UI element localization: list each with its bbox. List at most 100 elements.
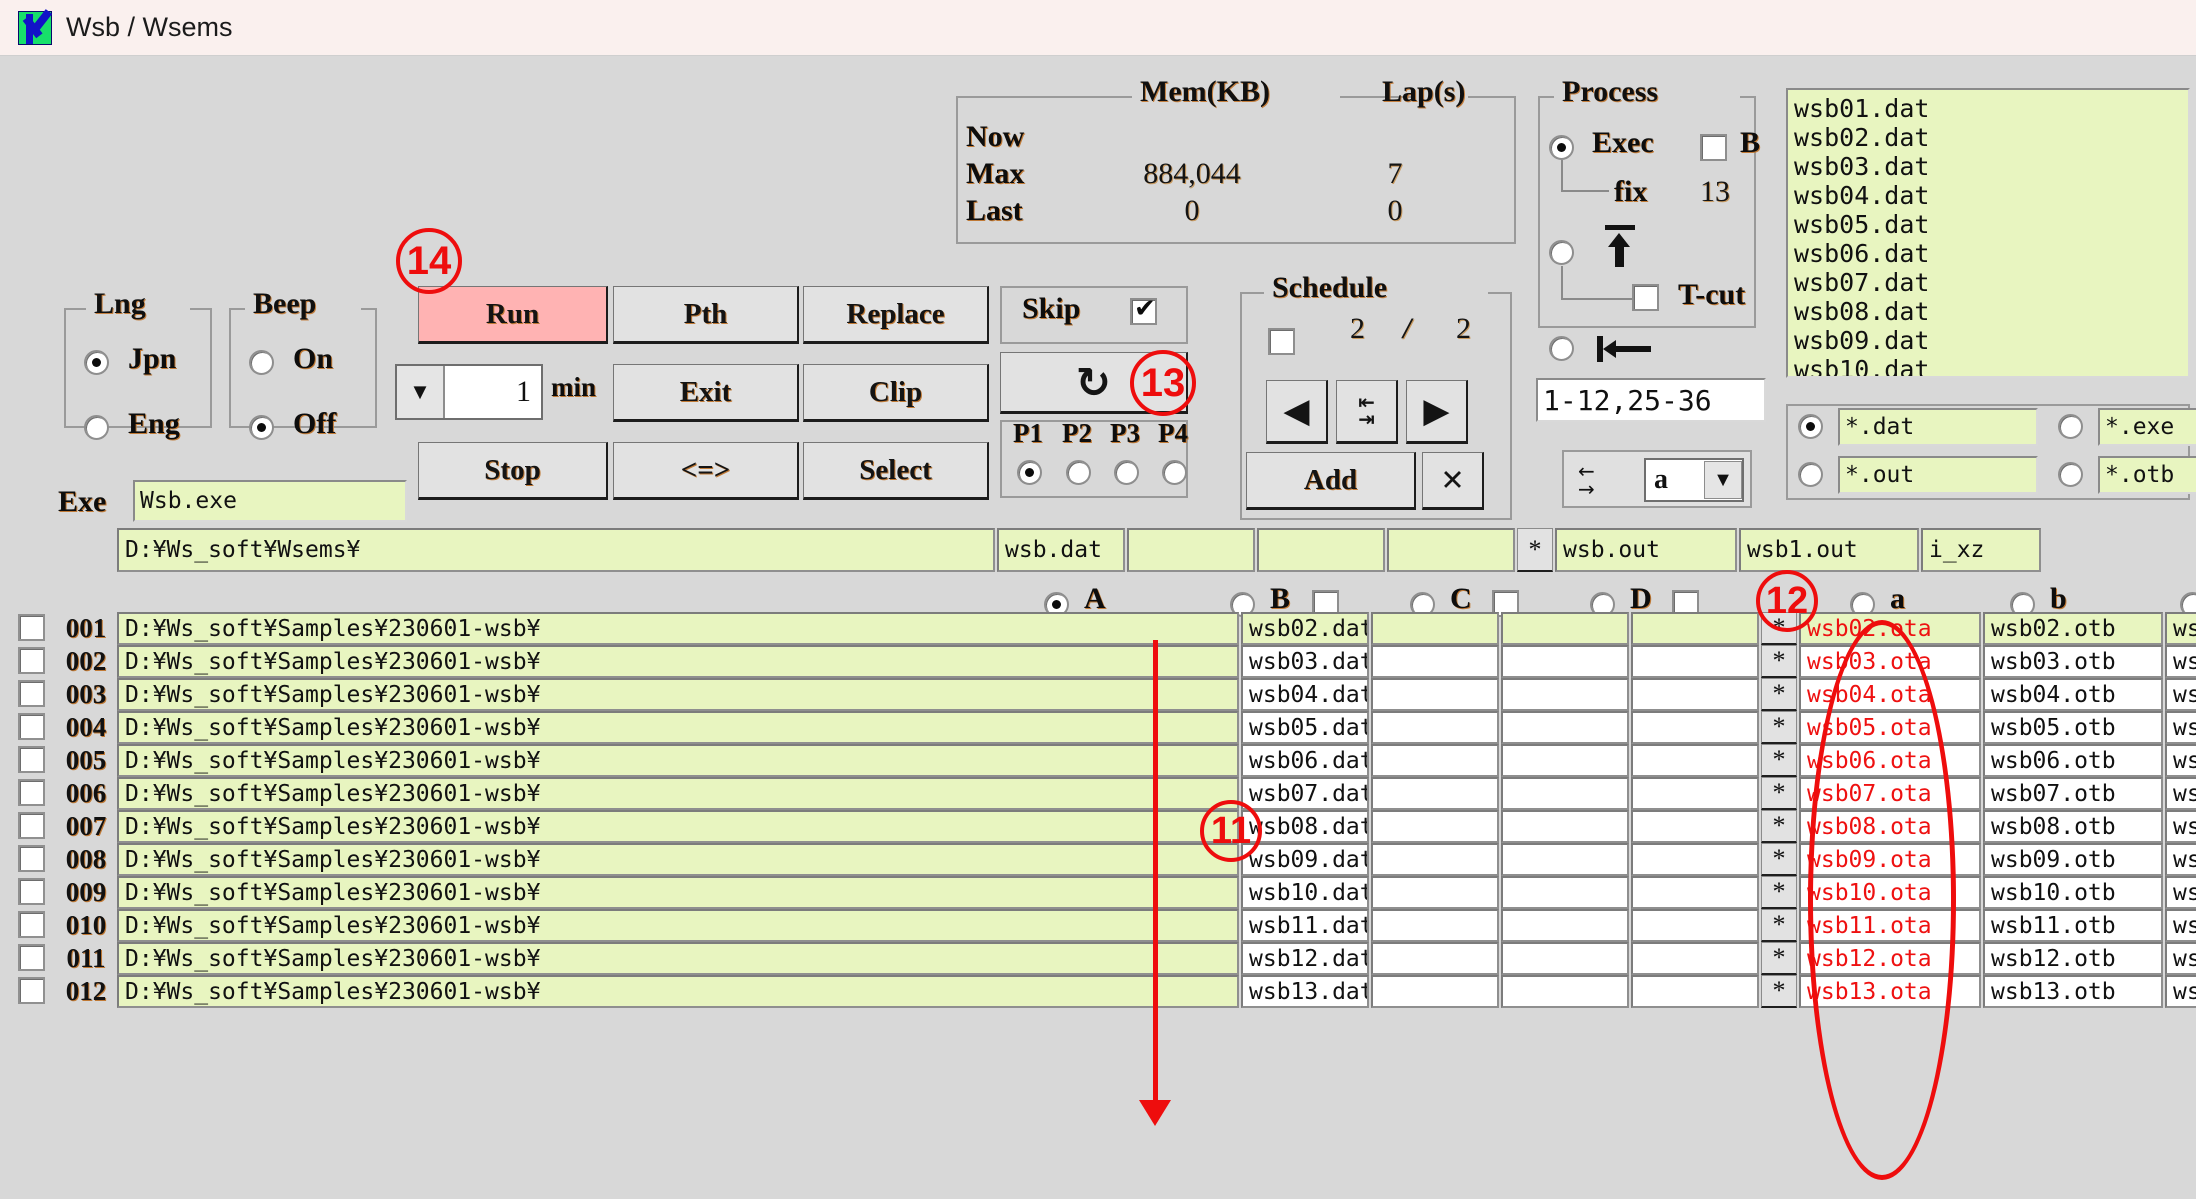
row-c-cell[interactable] xyxy=(1501,612,1629,645)
row-last-cell[interactable]: wsb xyxy=(2165,975,2196,1008)
schedule-delete-button[interactable]: ✕ xyxy=(1422,452,1484,510)
row-otb-cell[interactable]: wsb12.otb xyxy=(1983,942,2163,975)
row-path-cell[interactable]: D:¥Ws_soft¥Samples¥230601-wsb¥ xyxy=(117,843,1239,876)
row-star-button[interactable]: * xyxy=(1761,975,1797,1008)
swap-button[interactable]: <=> xyxy=(613,442,799,500)
lng-jpn-radio[interactable] xyxy=(84,350,109,375)
row-otb-cell[interactable]: wsb08.otb xyxy=(1983,810,2163,843)
row-d-cell[interactable] xyxy=(1631,744,1759,777)
row-path-cell[interactable]: D:¥Ws_soft¥Samples¥230601-wsb¥ xyxy=(117,777,1239,810)
row-checkbox[interactable] xyxy=(18,812,45,839)
row-star-button[interactable]: * xyxy=(1761,744,1797,777)
list-item[interactable]: wsb02.dat xyxy=(1794,123,2188,152)
row-c-cell[interactable] xyxy=(1501,942,1629,975)
row-otb-cell[interactable]: wsb02.otb xyxy=(1983,612,2163,645)
list-item[interactable]: wsb07.dat xyxy=(1794,268,2188,297)
row-last-cell[interactable]: wsb xyxy=(2165,612,2196,645)
row-dat-cell[interactable]: wsb12.dat xyxy=(1241,942,1369,975)
replace-button[interactable]: Replace xyxy=(803,286,989,344)
row-otb-cell[interactable]: wsb09.otb xyxy=(1983,843,2163,876)
list-item[interactable]: wsb04.dat xyxy=(1794,181,2188,210)
row-c-cell[interactable] xyxy=(1501,645,1629,678)
swap-arrows-icon[interactable]: ← → xyxy=(1578,461,1632,499)
header-ota-cell[interactable]: wsb.out xyxy=(1555,528,1737,572)
row-checkbox[interactable] xyxy=(18,713,45,740)
row-d-cell[interactable] xyxy=(1631,909,1759,942)
row-last-cell[interactable]: wsb xyxy=(2165,678,2196,711)
row-b-cell[interactable] xyxy=(1371,975,1499,1008)
row-c-cell[interactable] xyxy=(1501,777,1629,810)
list-item[interactable]: wsb06.dat xyxy=(1794,239,2188,268)
header-star-cell[interactable]: * xyxy=(1517,528,1553,572)
row-path-cell[interactable]: D:¥Ws_soft¥Samples¥230601-wsb¥ xyxy=(117,612,1239,645)
row-otb-cell[interactable]: wsb05.otb xyxy=(1983,711,2163,744)
row-dat-cell[interactable]: wsb06.dat xyxy=(1241,744,1369,777)
stop-button[interactable]: Stop xyxy=(418,442,608,500)
row-b-cell[interactable] xyxy=(1371,744,1499,777)
schedule-add-button[interactable]: Add xyxy=(1246,452,1416,510)
row-otb-cell[interactable]: wsb10.otb xyxy=(1983,876,2163,909)
row-c-cell[interactable] xyxy=(1501,711,1629,744)
process-b-checkbox[interactable] xyxy=(1700,134,1727,161)
header-d-cell[interactable] xyxy=(1387,528,1515,572)
timer-spinner[interactable]: ▼ 1 xyxy=(395,364,543,420)
row-dat-cell[interactable]: wsb03.dat xyxy=(1241,645,1369,678)
row-b-cell[interactable] xyxy=(1371,645,1499,678)
row-d-cell[interactable] xyxy=(1631,645,1759,678)
row-d-cell[interactable] xyxy=(1631,810,1759,843)
filter-otb-radio[interactable] xyxy=(2058,462,2083,487)
process-home-radio[interactable] xyxy=(1549,336,1574,361)
row-checkbox[interactable] xyxy=(18,878,45,905)
filter-otb-input[interactable]: *.otb xyxy=(2098,456,2196,494)
row-path-cell[interactable]: D:¥Ws_soft¥Samples¥230601-wsb¥ xyxy=(117,975,1239,1008)
row-star-button[interactable]: * xyxy=(1761,645,1797,678)
row-path-cell[interactable]: D:¥Ws_soft¥Samples¥230601-wsb¥ xyxy=(117,810,1239,843)
header-last-cell[interactable]: i_xz xyxy=(1921,528,2041,572)
row-b-cell[interactable] xyxy=(1371,777,1499,810)
row-b-cell[interactable] xyxy=(1371,612,1499,645)
header-path-cell[interactable]: D:¥Ws_soft¥Wsems¥ xyxy=(117,528,995,572)
row-last-cell[interactable]: wsb xyxy=(2165,645,2196,678)
row-last-cell[interactable]: wsb xyxy=(2165,909,2196,942)
row-checkbox[interactable] xyxy=(18,944,45,971)
row-otb-cell[interactable]: wsb13.otb xyxy=(1983,975,2163,1008)
row-c-cell[interactable] xyxy=(1501,975,1629,1008)
row-star-button[interactable]: * xyxy=(1761,777,1797,810)
row-path-cell[interactable]: D:¥Ws_soft¥Samples¥230601-wsb¥ xyxy=(117,942,1239,975)
row-star-button[interactable]: * xyxy=(1761,810,1797,843)
row-c-cell[interactable] xyxy=(1501,810,1629,843)
row-b-cell[interactable] xyxy=(1371,876,1499,909)
file-list-box[interactable]: wsb01.dat wsb02.dat wsb03.dat wsb04.dat … xyxy=(1786,88,2190,378)
exit-button[interactable]: Exit xyxy=(613,364,799,422)
row-last-cell[interactable]: wsb xyxy=(2165,777,2196,810)
schedule-checkbox[interactable] xyxy=(1268,328,1295,355)
pset-p2-radio[interactable] xyxy=(1066,460,1091,485)
row-path-cell[interactable]: D:¥Ws_soft¥Samples¥230601-wsb¥ xyxy=(117,744,1239,777)
row-dat-cell[interactable]: wsb02.dat xyxy=(1241,612,1369,645)
list-item[interactable]: wsb01.dat xyxy=(1794,94,2188,123)
row-b-cell[interactable] xyxy=(1371,711,1499,744)
row-star-button[interactable]: * xyxy=(1761,909,1797,942)
row-c-cell[interactable] xyxy=(1501,678,1629,711)
chevron-down-icon[interactable]: ▼ xyxy=(1704,461,1742,499)
row-otb-cell[interactable]: wsb04.otb xyxy=(1983,678,2163,711)
row-star-button[interactable]: * xyxy=(1761,711,1797,744)
list-item[interactable]: wsb08.dat xyxy=(1794,297,2188,326)
row-star-button[interactable]: * xyxy=(1761,843,1797,876)
row-star-button[interactable]: * xyxy=(1761,942,1797,975)
row-path-cell[interactable]: D:¥Ws_soft¥Samples¥230601-wsb¥ xyxy=(117,876,1239,909)
header-otb-cell[interactable]: wsb1.out xyxy=(1739,528,1919,572)
row-star-button[interactable]: * xyxy=(1761,876,1797,909)
row-b-cell[interactable] xyxy=(1371,843,1499,876)
filter-exe-radio[interactable] xyxy=(2058,414,2083,439)
row-c-cell[interactable] xyxy=(1501,744,1629,777)
pset-p4-radio[interactable] xyxy=(1162,460,1187,485)
row-checkbox[interactable] xyxy=(18,680,45,707)
list-item[interactable]: wsb05.dat xyxy=(1794,210,2188,239)
filter-out-radio[interactable] xyxy=(1798,462,1823,487)
row-last-cell[interactable]: wsb xyxy=(2165,711,2196,744)
row-d-cell[interactable] xyxy=(1631,612,1759,645)
row-checkbox[interactable] xyxy=(18,911,45,938)
row-d-cell[interactable] xyxy=(1631,975,1759,1008)
row-checkbox[interactable] xyxy=(18,779,45,806)
